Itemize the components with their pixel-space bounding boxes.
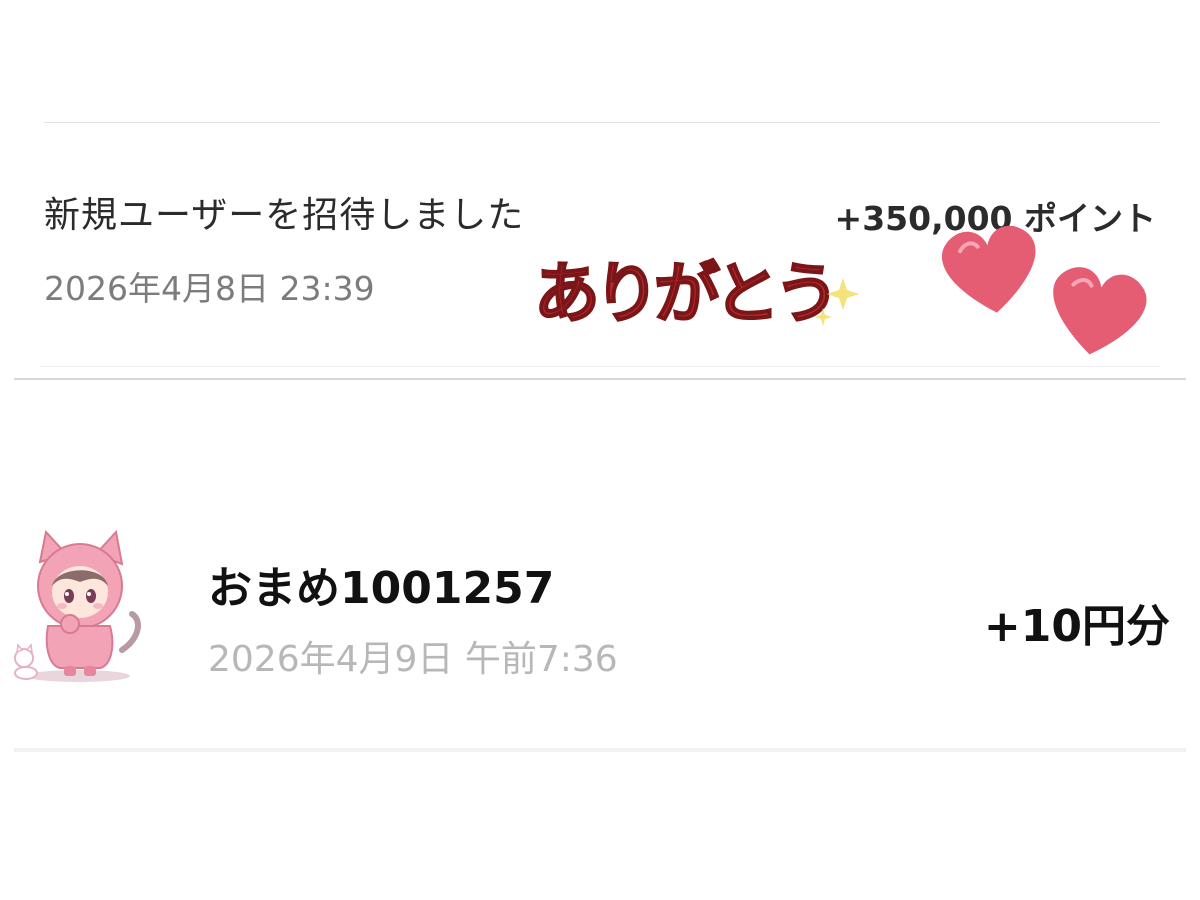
transaction-datetime: 2026年4月8日 23:39 [44, 269, 375, 308]
top-divider [44, 122, 1160, 123]
transaction-title: 新規ユーザーを招待しました [44, 195, 525, 236]
thank-you-sticker: ありがとう [533, 254, 859, 333]
hearts-icon [938, 222, 1151, 363]
bottom-divider [14, 748, 1186, 752]
pink-cat-hoodie-girl-icon [14, 529, 141, 682]
transaction-amount-2: +10円分 [983, 601, 1170, 652]
thank-you-sticker-text: ありがとう [534, 255, 834, 332]
transaction-datetime-2: 2026年4月9日 午前7:36 [208, 639, 618, 680]
row-divider [40, 366, 1160, 367]
sender-name: おまめ1001257 [208, 563, 555, 614]
section-divider [14, 378, 1186, 380]
